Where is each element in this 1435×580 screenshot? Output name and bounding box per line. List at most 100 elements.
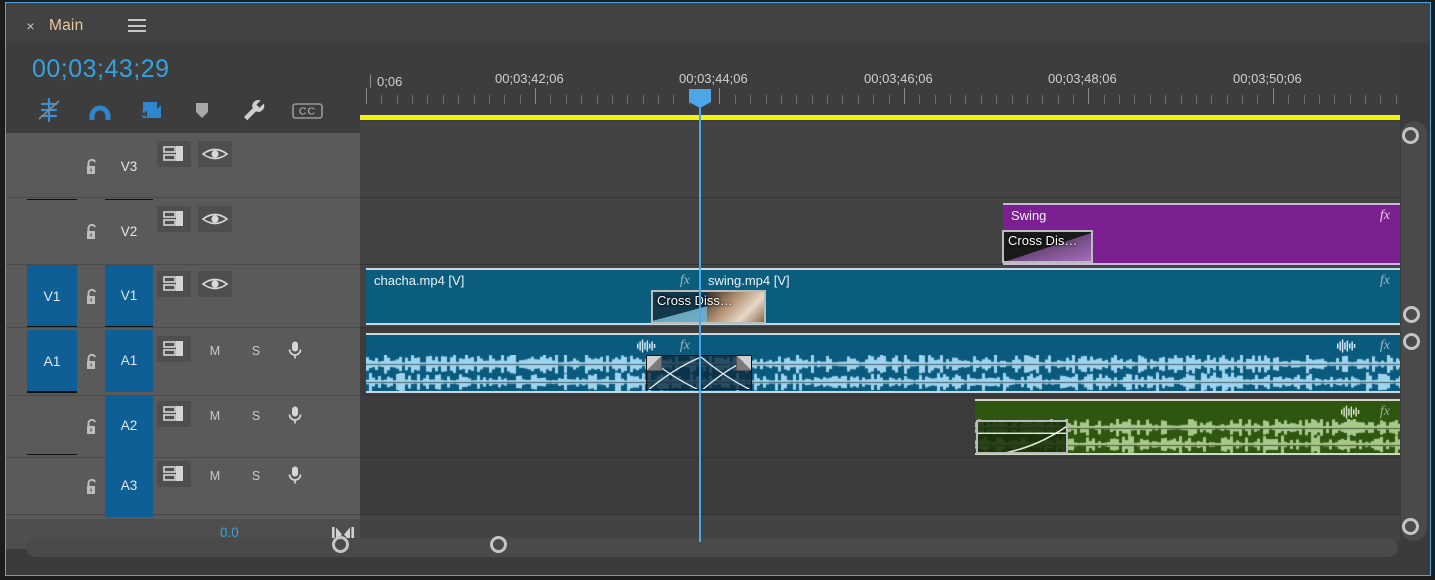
ruler-minor-tick [1012, 95, 1013, 104]
source-patch-v3[interactable] [27, 135, 77, 197]
sync-lock-icon-v1[interactable] [157, 270, 191, 297]
ruler-minor-tick [842, 95, 843, 104]
fx-badge: fx [1379, 338, 1390, 353]
track-target-v1[interactable]: V1 [105, 264, 153, 327]
vertical-scrollbar[interactable] [1401, 121, 1427, 541]
track-header-v3[interactable]: V3 [6, 136, 360, 198]
ruler-minor-tick [1365, 95, 1366, 104]
sync-lock-icon-v3[interactable] [157, 141, 191, 167]
transition-handle[interactable] [647, 356, 662, 371]
clip-chacha-video[interactable]: chacha.mp4 [V] fx [366, 268, 700, 325]
track-target-a3[interactable]: A3 [105, 454, 153, 517]
ruler-timecode-label: 00;03;50;06 [1233, 71, 1302, 86]
ruler-minor-tick [673, 95, 674, 104]
fx-badge: fx [679, 273, 690, 288]
ruler-minor-tick [919, 95, 920, 104]
lock-icon-v3[interactable] [84, 158, 100, 176]
zoom-handle-right[interactable] [490, 536, 507, 553]
transition-video-v1[interactable]: Cross Diss… [651, 290, 766, 324]
microphone-voiceover-icon-a2[interactable] [284, 404, 306, 426]
ruler-major-tick [366, 88, 367, 104]
fx-badge: fx [1379, 404, 1390, 419]
eye-visibility-icon-v2[interactable] [198, 205, 232, 232]
source-patch-a1[interactable]: A1 [27, 330, 77, 392]
sync-lock-icon-a3[interactable] [157, 460, 191, 487]
ruler-minor-tick [1396, 95, 1397, 104]
playhead-handle[interactable] [689, 89, 711, 108]
track-header-v1[interactable]: V1 V1 [6, 264, 360, 328]
lock-icon-v2[interactable] [84, 223, 100, 241]
track-header-v2[interactable]: V2 [6, 198, 360, 265]
track-lane-v3[interactable] [360, 136, 1400, 198]
settings-wrench-icon[interactable] [236, 95, 270, 125]
eye-visibility-icon-v3[interactable] [198, 141, 232, 167]
sync-lock-icon-v2[interactable] [157, 205, 191, 232]
linked-selection-icon[interactable] [134, 95, 168, 125]
microphone-voiceover-icon-a3[interactable] [284, 464, 306, 486]
mute-button-a2[interactable]: M [204, 406, 226, 426]
track-target-v2[interactable]: V2 [105, 223, 153, 241]
track-header-a1[interactable]: A1 A1 M S [6, 328, 360, 396]
mute-button-a3[interactable]: M [204, 466, 226, 486]
track-header-a2[interactable]: A2 M S [6, 395, 360, 458]
track-target-a2[interactable]: A2 [105, 395, 153, 457]
ruler-minor-tick [1073, 95, 1074, 104]
zoom-handle-bottom[interactable] [1402, 518, 1419, 535]
track-height-handle-v1[interactable] [1403, 306, 1420, 323]
track-target-v3[interactable]: V3 [105, 158, 153, 176]
timeline-canvas[interactable]: Swing fx chacha.mp4 [V] fx swing.mp4 [V] fx fx… [360, 121, 1400, 541]
track-target-a1[interactable]: A1 [105, 330, 153, 392]
transition-audio-out[interactable] [646, 355, 700, 390]
snap-magnet-icon[interactable] [83, 95, 117, 125]
ruler-minor-tick [1058, 95, 1059, 104]
source-patch-a3[interactable] [27, 455, 77, 517]
ruler-minor-tick [796, 95, 797, 104]
insert-overwrite-icon[interactable] [32, 95, 66, 125]
patch-divider [27, 198, 77, 200]
sync-lock-icon-a2[interactable] [157, 401, 191, 427]
clip-swing-audio[interactable]: fx [700, 333, 1400, 393]
timeline-ruler[interactable]: ｜0;06 00;03;42;06 00;03;44;06 00;03;46;06 00… [360, 43, 1400, 121]
horizontal-scrollbar[interactable] [26, 536, 1398, 557]
ruler-minor-tick [858, 95, 859, 104]
mute-button-a1[interactable]: M [204, 341, 226, 361]
patch-divider [27, 453, 77, 455]
ruler-minor-tick [474, 95, 475, 104]
solo-button-a2[interactable]: S [245, 406, 267, 426]
hamburger-menu-icon[interactable] [128, 19, 146, 32]
zoom-handle-left[interactable] [332, 536, 349, 553]
lock-icon-a2[interactable] [84, 418, 100, 436]
transition-audio-fadein[interactable] [976, 420, 1068, 454]
ruler-minor-tick [1042, 95, 1043, 104]
track-lane-a3[interactable] [360, 458, 1400, 515]
transition-audio-in[interactable] [700, 355, 752, 390]
solo-button-a3[interactable]: S [245, 466, 267, 486]
close-icon[interactable]: × [24, 19, 37, 33]
ruler-minor-tick [427, 95, 428, 104]
zoom-handle-top[interactable] [1402, 127, 1419, 144]
track-header-a3[interactable]: A3 M S [6, 453, 360, 517]
microphone-voiceover-icon-a1[interactable] [284, 339, 306, 361]
clip-swing-video[interactable]: swing.mp4 [V] fx [700, 268, 1400, 325]
fx-badge: fx [679, 338, 690, 353]
work-area-bar[interactable] [360, 115, 1400, 120]
transition-handle[interactable] [736, 356, 751, 371]
eye-visibility-icon-v1[interactable] [198, 270, 232, 297]
lock-icon-a1[interactable] [84, 353, 100, 371]
playhead-timecode[interactable]: 00;03;43;29 [32, 55, 170, 84]
source-patch-v2[interactable] [27, 200, 77, 262]
solo-button-a1[interactable]: S [245, 341, 267, 361]
source-patch-v1[interactable]: V1 [27, 264, 77, 327]
ruler-minor-tick [443, 95, 444, 104]
sync-lock-icon-a1[interactable] [157, 336, 191, 362]
audio-waveform-icon [1340, 405, 1360, 419]
marker-icon[interactable] [185, 95, 219, 125]
closed-captions-icon[interactable]: CC [287, 95, 323, 125]
lock-icon-v1[interactable] [84, 288, 100, 306]
lock-icon-a3[interactable] [84, 478, 100, 496]
transition-video-v2[interactable]: Cross Dis… [1002, 230, 1093, 263]
ruler-minor-tick [520, 95, 521, 104]
track-height-handle-a1[interactable] [1403, 333, 1420, 350]
ruler-minor-tick [550, 95, 551, 104]
source-patch-a2[interactable] [27, 395, 77, 457]
